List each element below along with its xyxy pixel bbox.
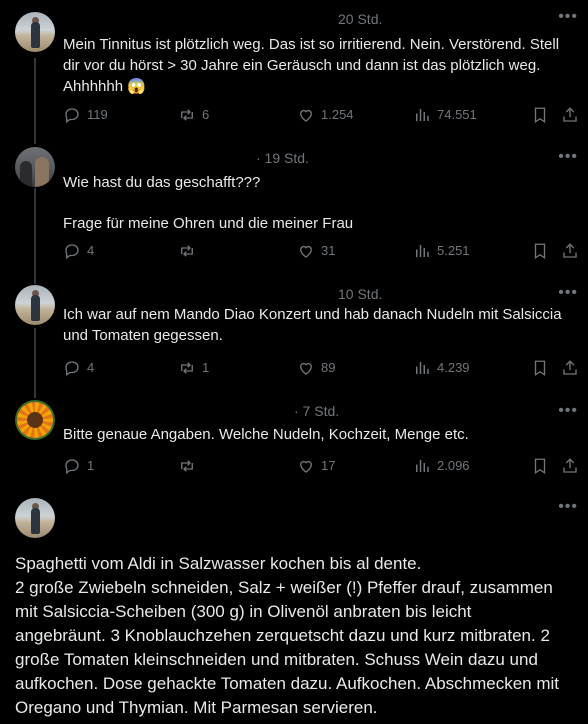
reply-icon <box>65 459 79 475</box>
views-count: 5.251 <box>437 243 470 258</box>
share-icon <box>563 107 577 122</box>
repost-count: 6 <box>202 107 210 122</box>
post-text-line: große Tomaten kleinschneiden und mitbrat… <box>15 650 538 669</box>
like-button[interactable]: 17 <box>297 456 335 476</box>
tweet-text: Bitte genaue Angaben. Welche Nudeln, Koc… <box>63 426 469 443</box>
reply-icon <box>65 244 79 260</box>
bookmark-button[interactable] <box>531 105 549 125</box>
tweet[interactable]: · 19 Std. ••• Wie hast du das geschafft?… <box>0 140 588 280</box>
repost-button[interactable] <box>178 456 202 476</box>
bookmark-icon <box>534 107 546 124</box>
like-count: 89 <box>321 360 336 375</box>
tweet-text-line: Frage für meine Ohren und die meiner Fra… <box>63 215 354 232</box>
share-button[interactable] <box>561 105 579 125</box>
post-text-line: angebräunt. 3 Knoblauchzehen zerquetscht… <box>15 626 550 645</box>
bookmark-icon <box>534 458 546 475</box>
like-button[interactable]: 31 <box>297 241 335 261</box>
repost-count: 1 <box>202 360 210 375</box>
main-post-text: Spaghetti vom Aldi in Salzwasser kochen … <box>15 552 578 720</box>
reply-button[interactable]: 4 <box>63 241 94 261</box>
share-icon <box>563 458 577 473</box>
reply-icon <box>65 361 79 377</box>
like-icon <box>300 245 312 258</box>
avatar[interactable] <box>15 147 55 187</box>
more-icon[interactable]: ••• <box>558 498 578 516</box>
tweet-text: Wie hast du das geschafft??? Frage für m… <box>63 172 570 234</box>
bookmark-button[interactable] <box>531 358 549 378</box>
tweet-text-line: Wie hast du das geschafft??? <box>63 174 261 191</box>
avatar[interactable] <box>15 498 55 538</box>
post-text-line: Spaghetti vom Aldi in Salzwasser kochen … <box>15 554 422 573</box>
reply-count: 119 <box>87 107 108 122</box>
views-button[interactable]: 74.551 <box>413 105 477 125</box>
bookmark-icon <box>534 360 546 377</box>
more-icon[interactable]: ••• <box>558 148 578 166</box>
like-icon <box>300 109 312 122</box>
more-icon[interactable]: ••• <box>558 402 578 420</box>
reply-count: 4 <box>87 243 95 258</box>
action-bar: 4 1 89 4.239 <box>63 358 583 378</box>
reply-icon <box>65 108 79 124</box>
bookmark-button[interactable] <box>531 241 549 261</box>
like-button[interactable]: 89 <box>297 358 335 378</box>
share-icon <box>563 360 577 375</box>
like-button[interactable]: 1.254 <box>297 105 354 125</box>
tweet-text: Mein Tinnitus ist plötzlich weg. Das ist… <box>63 36 560 95</box>
reply-count: 4 <box>87 360 95 375</box>
views-icon <box>416 460 429 472</box>
repost-button[interactable]: 6 <box>178 105 209 125</box>
reply-button[interactable]: 4 <box>63 358 94 378</box>
repost-icon <box>181 362 193 374</box>
like-icon <box>300 460 312 473</box>
timestamp[interactable]: 20 Std. <box>338 11 382 27</box>
more-icon[interactable]: ••• <box>558 8 578 26</box>
like-count: 17 <box>321 458 336 473</box>
like-icon <box>300 362 312 375</box>
avatar[interactable] <box>15 285 55 325</box>
tweet-text: Ich war auf nem Mando Diao Konzert und h… <box>63 306 562 344</box>
avatar[interactable] <box>15 12 55 52</box>
bookmark-button[interactable] <box>531 456 549 476</box>
views-button[interactable]: 4.239 <box>413 358 470 378</box>
more-icon[interactable]: ••• <box>558 284 578 302</box>
views-count: 2.096 <box>437 458 470 473</box>
post-text-line: aufkochen. Dose gehackte Tomaten dazu. A… <box>15 674 560 693</box>
timestamp[interactable]: 10 Std. <box>338 286 382 302</box>
reply-button[interactable]: 119 <box>63 105 108 125</box>
repost-button[interactable]: 1 <box>178 358 209 378</box>
views-icon <box>416 109 429 121</box>
post-text-line: 2 große Zwiebeln schneiden, Salz + weiße… <box>15 578 553 597</box>
views-button[interactable]: 2.096 <box>413 456 470 476</box>
tweet[interactable]: · 7 Std. ••• Bitte genaue Angaben. Welch… <box>0 400 588 490</box>
share-button[interactable] <box>561 358 579 378</box>
repost-icon <box>181 109 193 121</box>
tweet[interactable]: 20 Std. ••• Mein Tinnitus ist plötzlich … <box>0 0 588 140</box>
share-icon <box>563 243 577 258</box>
action-bar: 1 17 2.096 <box>63 456 583 476</box>
bookmark-icon <box>534 243 546 260</box>
repost-icon <box>181 245 193 257</box>
post-text-line: Oregano und Thymian. Mit Parmesan servie… <box>15 698 378 717</box>
views-count: 74.551 <box>437 107 477 122</box>
avatar[interactable] <box>15 400 55 440</box>
share-button[interactable] <box>561 241 579 261</box>
action-bar: 119 6 1.254 74.551 <box>63 105 583 125</box>
views-button[interactable]: 5.251 <box>413 241 470 261</box>
views-icon <box>416 362 429 374</box>
share-button[interactable] <box>561 456 579 476</box>
like-count: 1.254 <box>321 107 354 122</box>
views-count: 4.239 <box>437 360 470 375</box>
views-icon <box>416 245 429 257</box>
reply-button[interactable]: 1 <box>63 456 94 476</box>
repost-icon <box>181 460 193 472</box>
timestamp[interactable]: · 7 Std. <box>294 403 339 419</box>
tweet[interactable]: 10 Std. ••• Ich war auf nem Mando Diao K… <box>0 280 588 400</box>
like-count: 31 <box>321 243 336 258</box>
action-bar: 4 31 5.251 <box>63 241 583 261</box>
timestamp[interactable]: · 19 Std. <box>256 150 309 166</box>
post-text-line: mit Salsiccia-Scheiben (300 g) in Oliven… <box>15 602 472 621</box>
reply-count: 1 <box>87 458 95 473</box>
repost-button[interactable] <box>178 241 202 261</box>
